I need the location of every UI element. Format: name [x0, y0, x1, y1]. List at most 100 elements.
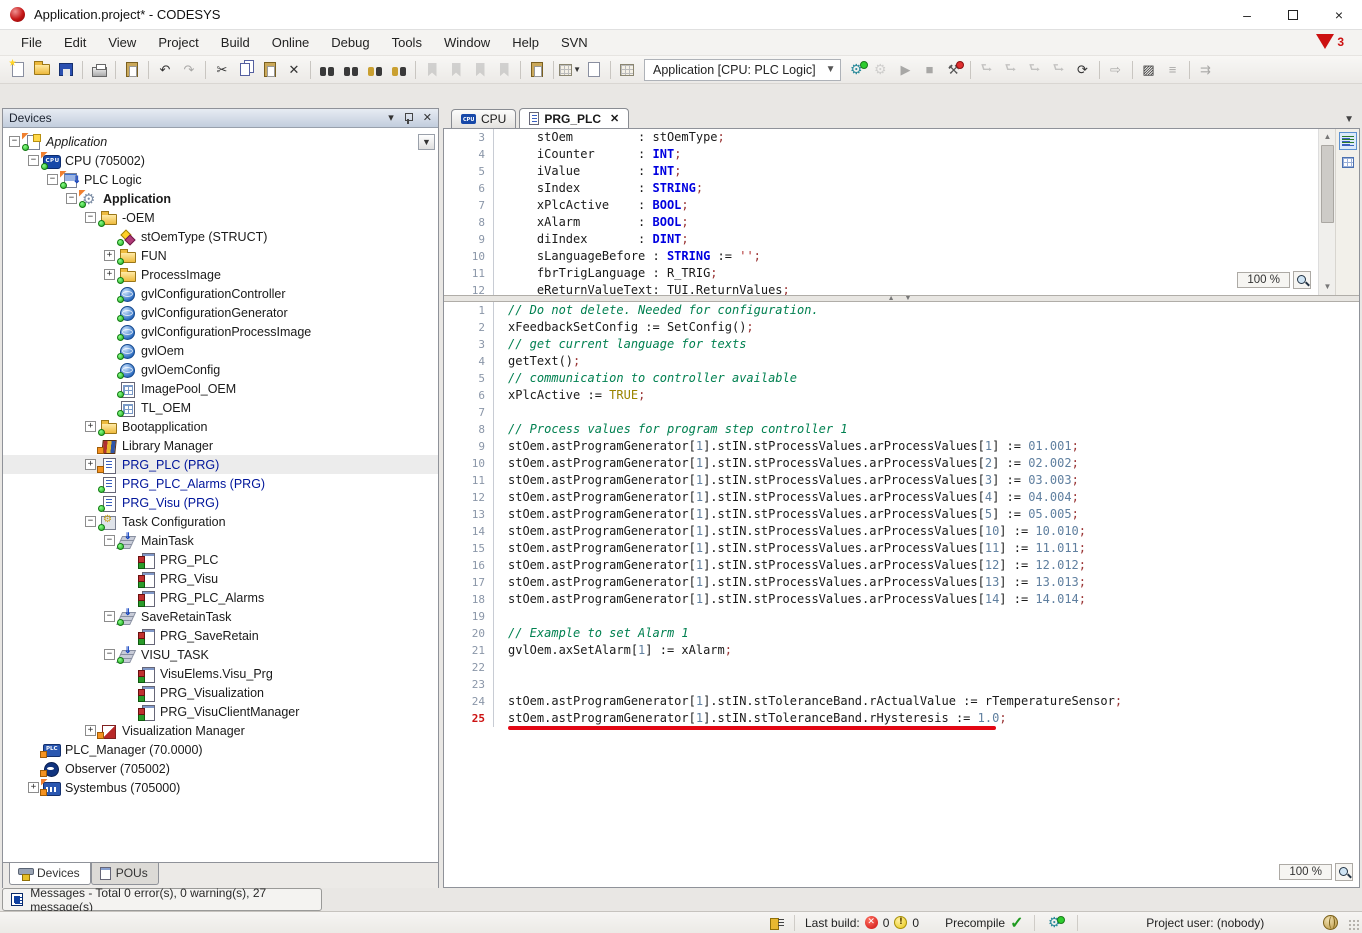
code-line-6[interactable]: 6xPlcActive := TRUE; — [444, 387, 1359, 404]
declaration-scrollbar[interactable]: ▲ ▼ — [1318, 129, 1335, 295]
tab-list-dropdown-icon[interactable]: ▼ — [1344, 114, 1354, 125]
redo-button[interactable]: ↷ — [178, 59, 200, 81]
menu-project[interactable]: Project — [147, 31, 209, 54]
call-stack-button[interactable]: ≡ — [1162, 59, 1184, 81]
code-line-7[interactable]: 7 xPlcActive : BOOL; — [444, 197, 1359, 214]
tab-pous[interactable]: POUs — [91, 863, 159, 885]
tab-close-icon[interactable]: ✕ — [610, 112, 619, 125]
undo-button[interactable]: ↶ — [154, 59, 176, 81]
tree-item-visuelems-visu-prg[interactable]: VisuElems.Visu_Prg — [3, 664, 438, 683]
collapse-icon[interactable]: − — [85, 212, 96, 223]
menu-tools[interactable]: Tools — [381, 31, 433, 54]
close-button[interactable]: × — [1316, 0, 1362, 30]
tab-devices[interactable]: Devices — [9, 863, 91, 885]
menu-help[interactable]: Help — [501, 31, 550, 54]
minimize-button[interactable]: – — [1224, 0, 1270, 30]
open-project-button[interactable] — [31, 59, 53, 81]
code-line-5[interactable]: 5 iValue : INT; — [444, 163, 1359, 180]
tree-item-prg-plc-alarms[interactable]: PRG_PLC_Alarms — [3, 588, 438, 607]
stop-button[interactable]: ■ — [919, 59, 941, 81]
toggle-bookmark-button[interactable] — [421, 59, 443, 81]
textual-view-button[interactable] — [1339, 132, 1357, 150]
tree-item-imagepool-oem[interactable]: ImagePool_OEM — [3, 379, 438, 398]
code-line-8[interactable]: 8// Process values for program step cont… — [444, 421, 1359, 438]
code-line-7[interactable]: 7 — [444, 404, 1359, 421]
collapse-icon[interactable]: − — [104, 535, 115, 546]
code-line-22[interactable]: 22 — [444, 659, 1359, 676]
menu-online[interactable]: Online — [261, 31, 321, 54]
expand-icon[interactable]: + — [28, 782, 39, 793]
expand-icon[interactable]: + — [85, 459, 96, 470]
new-device-button[interactable]: ▼ — [559, 59, 581, 81]
login-button[interactable] — [847, 59, 869, 81]
tree-item-tl-oem[interactable]: TL_OEM — [3, 398, 438, 417]
new-project-button[interactable] — [7, 59, 29, 81]
code-line-1[interactable]: 1// Do not delete. Needed for configurat… — [444, 302, 1359, 319]
single-cycle-button[interactable] — [943, 59, 965, 81]
tree-item-task-configuration[interactable]: −Task Configuration — [3, 512, 438, 531]
code-line-9[interactable]: 9stOem.astProgramGenerator[1].stIN.stPro… — [444, 438, 1359, 455]
menu-edit[interactable]: Edit — [53, 31, 97, 54]
cut-button[interactable]: ✂ — [211, 59, 233, 81]
replace-button[interactable] — [340, 59, 362, 81]
device-combo-button[interactable]: ▼ — [418, 134, 435, 150]
tree-item-prg-visu[interactable]: PRG_Visu — [3, 569, 438, 588]
tab-cpu[interactable]: CPU — [451, 109, 516, 128]
tree-item-prg-plc-alarms-prg[interactable]: PRG_PLC_Alarms (PRG) — [3, 474, 438, 493]
tree-item-gvloemconfig[interactable]: gvlOemConfig — [3, 360, 438, 379]
build-messages-icon[interactable] — [770, 917, 784, 929]
new-pou-button[interactable] — [583, 59, 605, 81]
code-line-18[interactable]: 18stOem.astProgramGenerator[1].stIN.stPr… — [444, 591, 1359, 608]
find-button[interactable] — [316, 59, 338, 81]
tree-item-processimage[interactable]: +ProcessImage — [3, 265, 438, 284]
step-out-button[interactable] — [1024, 59, 1046, 81]
show-next-statement-button[interactable]: ⇨ — [1105, 59, 1127, 81]
tree-item-observer-705002[interactable]: Observer (705002) — [3, 759, 438, 778]
code-line-15[interactable]: 15stOem.astProgramGenerator[1].stIN.stPr… — [444, 540, 1359, 557]
expand-icon[interactable]: + — [104, 250, 115, 261]
pin-icon[interactable] — [404, 113, 413, 124]
scroll-up-icon[interactable]: ▲ — [1319, 129, 1336, 145]
code-line-10[interactable]: 10stOem.astProgramGenerator[1].stIN.stPr… — [444, 455, 1359, 472]
previous-bookmark-button[interactable] — [445, 59, 467, 81]
start-button[interactable]: ▶ — [895, 59, 917, 81]
code-line-21[interactable]: 21gvlOem.axSetAlarm[1] := xAlarm; — [444, 642, 1359, 659]
code-line-4[interactable]: 4 iCounter : INT; — [444, 146, 1359, 163]
expand-icon[interactable]: + — [104, 269, 115, 280]
menu-debug[interactable]: Debug — [320, 31, 380, 54]
tree-item-visualization-manager[interactable]: +Visualization Manager — [3, 721, 438, 740]
tree-item-application[interactable]: −Application — [3, 132, 438, 151]
replace-in-project-button[interactable] — [388, 59, 410, 81]
tree-item-prg-visuclientmanager[interactable]: PRG_VisuClientManager — [3, 702, 438, 721]
resize-grip[interactable] — [1348, 919, 1360, 931]
code-line-4[interactable]: 4getText(); — [444, 353, 1359, 370]
pragma-flag[interactable]: 3 — [1316, 34, 1344, 49]
implementation-zoom-level[interactable]: 100 % — [1279, 864, 1332, 880]
print-button[interactable] — [88, 59, 110, 81]
tree-item-gvlconfigurationgenerator[interactable]: gvlConfigurationGenerator — [3, 303, 438, 322]
tab-prg-plc[interactable]: PRG_PLC ✕ — [519, 108, 629, 128]
tree-item-fun[interactable]: +FUN — [3, 246, 438, 265]
language-globe-icon[interactable] — [1323, 915, 1338, 930]
pane-splitter[interactable]: ▲ ▼ — [444, 295, 1359, 302]
collapse-icon[interactable]: − — [28, 155, 39, 166]
next-bookmark-button[interactable] — [469, 59, 491, 81]
collapse-icon[interactable]: − — [9, 136, 20, 147]
maximize-button[interactable] — [1270, 0, 1316, 30]
collapse-icon[interactable]: − — [85, 516, 96, 527]
expand-icon[interactable]: + — [85, 421, 96, 432]
menu-window[interactable]: Window — [433, 31, 501, 54]
code-line-17[interactable]: 17stOem.astProgramGenerator[1].stIN.stPr… — [444, 574, 1359, 591]
tree-item-systembus-705000[interactable]: +Systembus (705000) — [3, 778, 438, 797]
tree-item-prg-visu-prg[interactable]: PRG_Visu (PRG) — [3, 493, 438, 512]
tree-item-gvlconfigurationprocessimage[interactable]: gvlConfigurationProcessImage — [3, 322, 438, 341]
paste-special-button[interactable] — [526, 59, 548, 81]
tree-item-bootapplication[interactable]: +Bootapplication — [3, 417, 438, 436]
tree-item-library-manager[interactable]: Library Manager — [3, 436, 438, 455]
code-line-9[interactable]: 9 diIndex : DINT; — [444, 231, 1359, 248]
tree-item-maintask[interactable]: −MainTask — [3, 531, 438, 550]
panel-close-icon[interactable]: ✕ — [423, 113, 432, 124]
menu-build[interactable]: Build — [210, 31, 261, 54]
copy-project-button[interactable] — [121, 59, 143, 81]
reset-warm-button[interactable]: ⟳ — [1072, 59, 1094, 81]
